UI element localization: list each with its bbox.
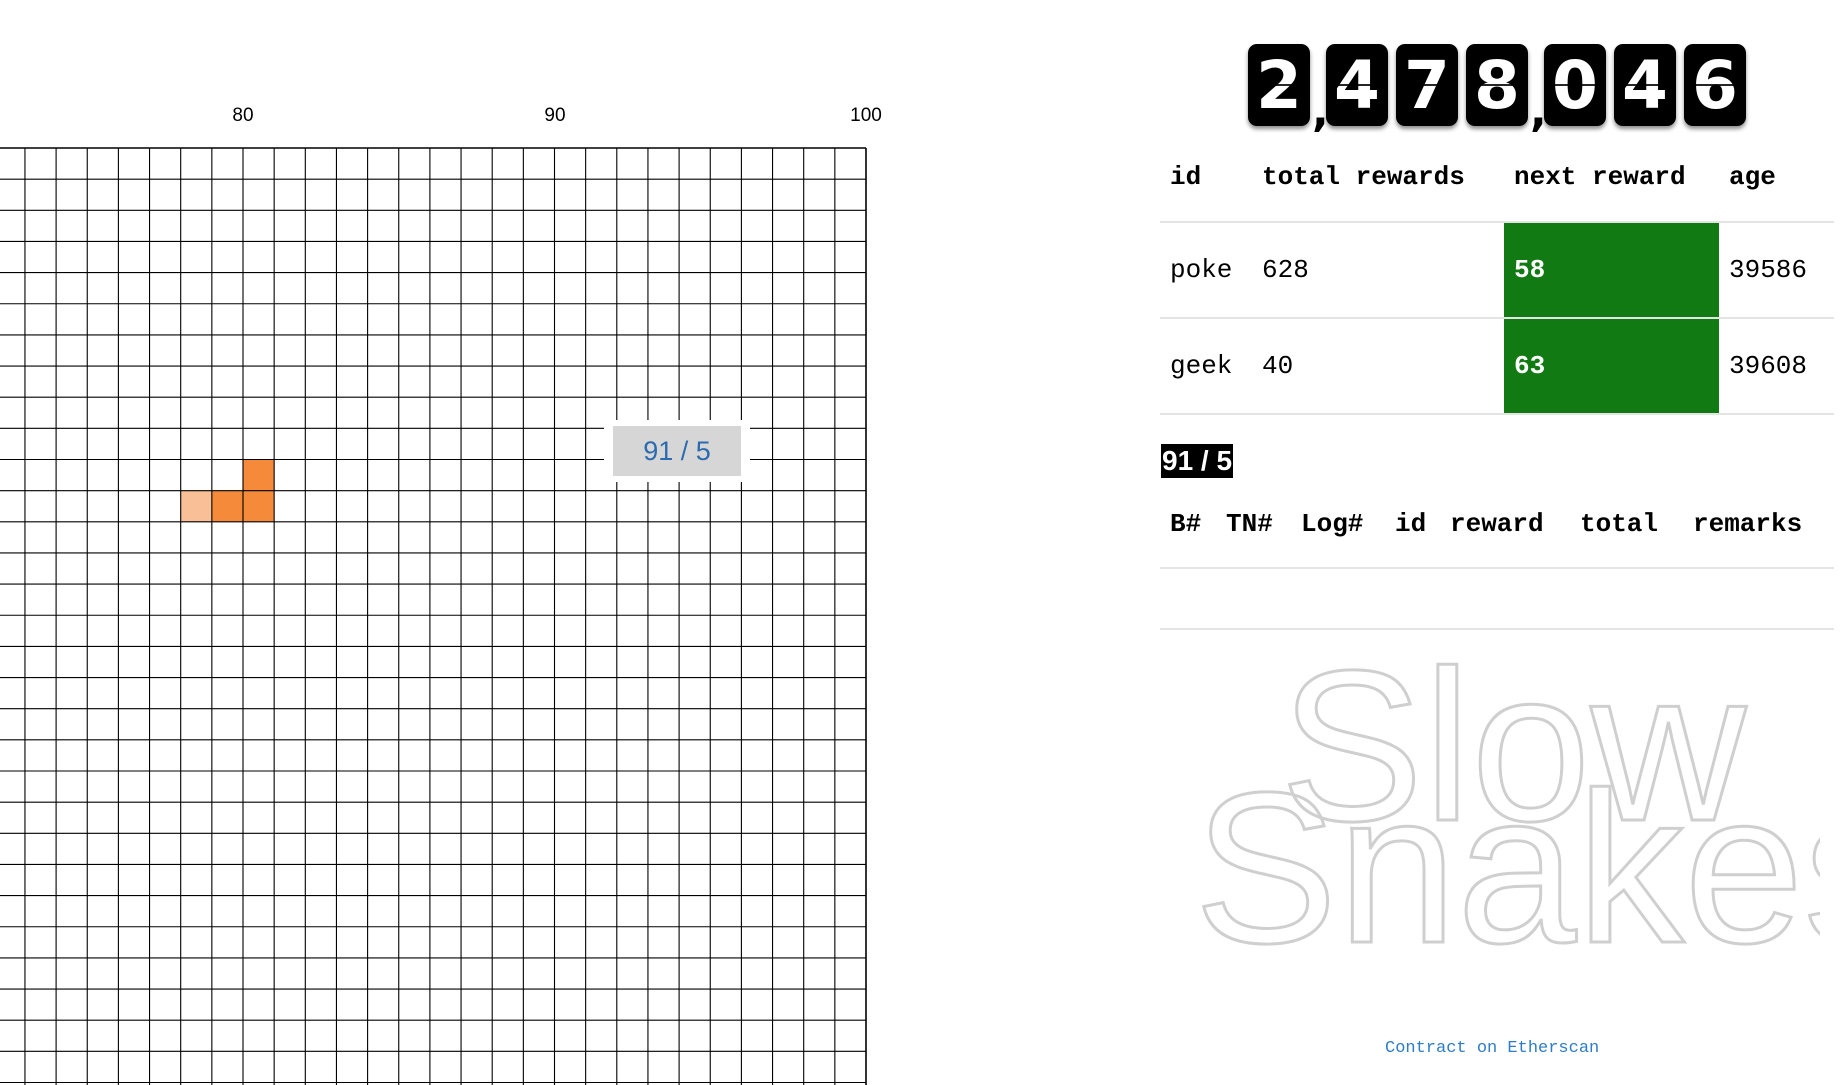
counter-digit: 4	[1614, 44, 1676, 126]
logo-line-2: Snakes	[1194, 747, 1820, 970]
player-total-rewards: 628	[1252, 222, 1504, 319]
player-next-reward: 63	[1504, 318, 1719, 415]
snake-body	[243, 490, 275, 522]
header-reward: reward	[1440, 500, 1570, 569]
snake-body	[211, 490, 243, 522]
etherscan-contract-link[interactable]: Contract on Etherscan	[1385, 1039, 1599, 1058]
counter-digit: 2	[1248, 44, 1310, 126]
game-board[interactable]: 80 90 100	[0, 0, 900, 1085]
player-next-reward: 58	[1504, 222, 1719, 319]
total-counter: 2 , 4 7 8 , 0 4 6	[1248, 42, 1754, 134]
header-log-id: id	[1385, 500, 1440, 569]
player-total-rewards: 40	[1252, 318, 1504, 415]
log-table-header: B# TN# Log# id reward total remarks	[1160, 500, 1834, 569]
players-table-header: id total rewards next reward age	[1160, 150, 1834, 223]
player-age: 39608	[1719, 318, 1834, 415]
counter-digit: 8	[1466, 44, 1528, 126]
header-total-rewards: total rewards	[1252, 150, 1504, 223]
header-next-reward: next reward	[1504, 150, 1719, 223]
header-log: Log#	[1291, 500, 1385, 569]
header-age: age	[1719, 150, 1834, 223]
player-id: geek	[1160, 318, 1252, 415]
counter-digit: 4	[1326, 44, 1388, 126]
axis-label-100: 100	[850, 105, 882, 126]
board-grid[interactable]	[0, 147, 867, 1085]
header-block: B#	[1160, 500, 1216, 569]
selected-cell-badge: 91 / 5	[1161, 444, 1234, 478]
axis-label-90: 90	[544, 105, 565, 126]
snake-head	[243, 459, 275, 491]
snake-tail	[180, 490, 212, 522]
x-axis: 80 90 100	[232, 105, 881, 126]
player-id: poke	[1160, 222, 1252, 319]
table-row[interactable]: poke 628 58 39586	[1160, 222, 1834, 319]
player-age: 39586	[1719, 222, 1834, 319]
cell-tooltip-label: 91 / 5	[613, 426, 741, 476]
log-table-empty-row	[1160, 628, 1834, 630]
table-row[interactable]: geek 40 63 39608	[1160, 318, 1834, 415]
slow-snakes-logo: Slow Snakes	[1193, 640, 1821, 970]
log-table: B# TN# Log# id reward total remarks	[1160, 500, 1834, 569]
counter-separator: ,	[1530, 86, 1547, 137]
counter-digit: 0	[1544, 44, 1606, 126]
cell-tooltip: 91 / 5	[604, 420, 750, 482]
axis-label-80: 80	[232, 105, 253, 126]
header-tx: TN#	[1216, 500, 1291, 569]
players-table: id total rewards next reward age poke 62…	[1160, 150, 1834, 415]
counter-digit: 7	[1396, 44, 1458, 126]
header-id: id	[1160, 150, 1252, 223]
counter-separator: ,	[1312, 86, 1329, 137]
header-remarks: remarks	[1683, 500, 1834, 569]
counter-digit: 6	[1684, 44, 1746, 126]
header-total: total	[1570, 500, 1683, 569]
